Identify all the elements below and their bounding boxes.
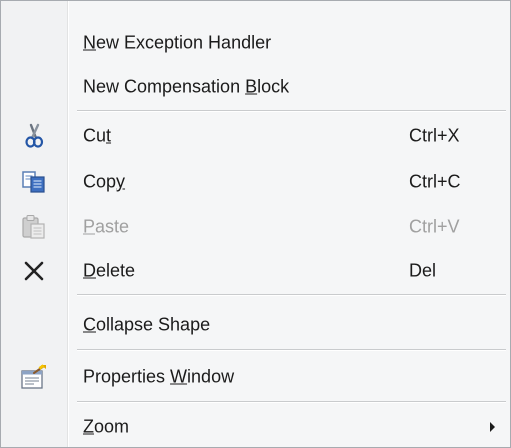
menu-item-label: New Exception Handler	[83, 32, 272, 53]
menu-item-label: New Compensation Block	[83, 76, 290, 97]
shortcut-label: Del	[409, 260, 437, 281]
menu-separator	[77, 401, 506, 403]
submenu-arrow-icon	[490, 422, 495, 432]
menu-item-copy[interactable]: Copy Ctrl+C	[1, 162, 510, 202]
menu-item-label: Delete	[83, 260, 136, 281]
scissors-icon	[19, 121, 49, 151]
menu-item-delete[interactable]: Delete Del	[1, 251, 510, 291]
menu-item-new-exception-handler[interactable]: New Exception Handler	[1, 23, 510, 63]
context-menu: New Exception Handler New Compensation B…	[0, 0, 511, 448]
shortcut-label: Ctrl+C	[409, 171, 461, 192]
menu-item-label: Paste	[83, 216, 130, 237]
paste-icon	[19, 212, 49, 242]
menu-item-label: Zoom	[83, 416, 130, 437]
shortcut-label: Ctrl+X	[409, 125, 460, 146]
menu-item-label: Properties Window	[83, 366, 235, 387]
properties-icon	[19, 362, 49, 392]
menu-item-new-compensation-block[interactable]: New Compensation Block	[1, 67, 510, 107]
menu-separator	[77, 110, 506, 112]
menu-item-label: Cut	[83, 125, 112, 146]
menu-item-paste[interactable]: Paste Ctrl+V	[1, 207, 510, 247]
menu-item-cut[interactable]: Cut Ctrl+X	[1, 116, 510, 156]
menu-item-properties-window[interactable]: Properties Window	[1, 357, 510, 397]
shortcut-label: Ctrl+V	[409, 216, 460, 237]
delete-icon	[19, 256, 49, 286]
menu-item-label: Copy	[83, 171, 126, 192]
menu-separator	[77, 294, 506, 296]
menu-item-collapse-shape[interactable]: Collapse Shape	[1, 305, 510, 345]
menu-separator	[77, 349, 506, 351]
menu-item-label: Collapse Shape	[83, 314, 211, 335]
menu-item-zoom[interactable]: Zoom	[1, 407, 510, 447]
copy-icon	[19, 167, 49, 197]
